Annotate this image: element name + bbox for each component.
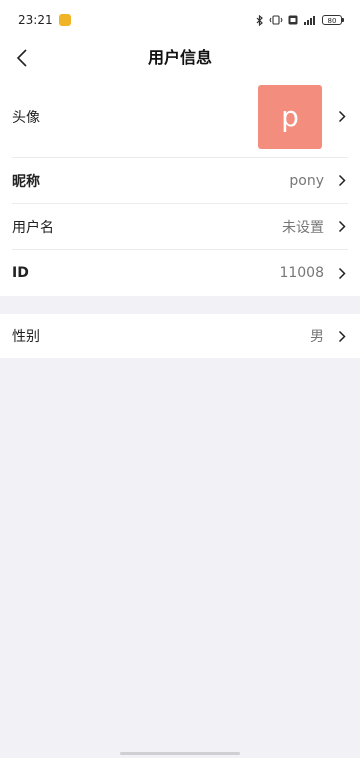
gender-label: 性别 [12, 329, 40, 345]
gender-value: 男 [310, 329, 324, 345]
page-title: 用户信息 [147, 48, 212, 67]
nickname-label: 昵称 [12, 173, 40, 190]
chevron-right-icon [336, 266, 348, 280]
avatar-row[interactable]: 头像 p [12, 76, 348, 158]
hd-icon [288, 15, 298, 25]
vibrate-icon [269, 15, 283, 25]
status-bar: 23:21 80 [0, 0, 360, 40]
username-row[interactable]: 用户名 未设置 [12, 204, 348, 250]
status-left: 23:21 [18, 13, 71, 27]
nickname-value: pony [289, 172, 324, 189]
chevron-right-icon [336, 110, 348, 124]
gender-card: 性别 男 [0, 314, 360, 358]
nickname-row[interactable]: 昵称 pony [12, 158, 348, 204]
id-label: ID [12, 265, 29, 281]
chevron-right-icon [336, 329, 348, 343]
gender-row[interactable]: 性别 男 [12, 314, 348, 358]
avatar-letter: p [281, 100, 299, 133]
app-notification-icon [58, 14, 71, 26]
nav-bar: 用户信息 [0, 40, 360, 76]
username-label: 用户名 [12, 219, 54, 236]
status-time: 23:21 [18, 13, 53, 27]
chevron-right-icon [336, 220, 348, 234]
home-indicator[interactable] [120, 752, 240, 755]
chevron-right-icon [336, 174, 348, 188]
profile-card: 头像 p 昵称 pony 用户名 未设置 ID 11008 [0, 76, 360, 296]
signal-icon [303, 15, 317, 25]
id-row[interactable]: ID 11008 [12, 250, 348, 296]
id-value: 11008 [279, 265, 324, 281]
bluetooth-icon [256, 14, 264, 26]
avatar[interactable]: p [258, 84, 322, 149]
battery-level: 80 [327, 17, 337, 25]
avatar-label: 头像 [12, 109, 40, 126]
battery-icon: 80 [322, 15, 344, 25]
status-right: 80 [256, 14, 344, 26]
username-value: 未设置 [282, 219, 324, 236]
